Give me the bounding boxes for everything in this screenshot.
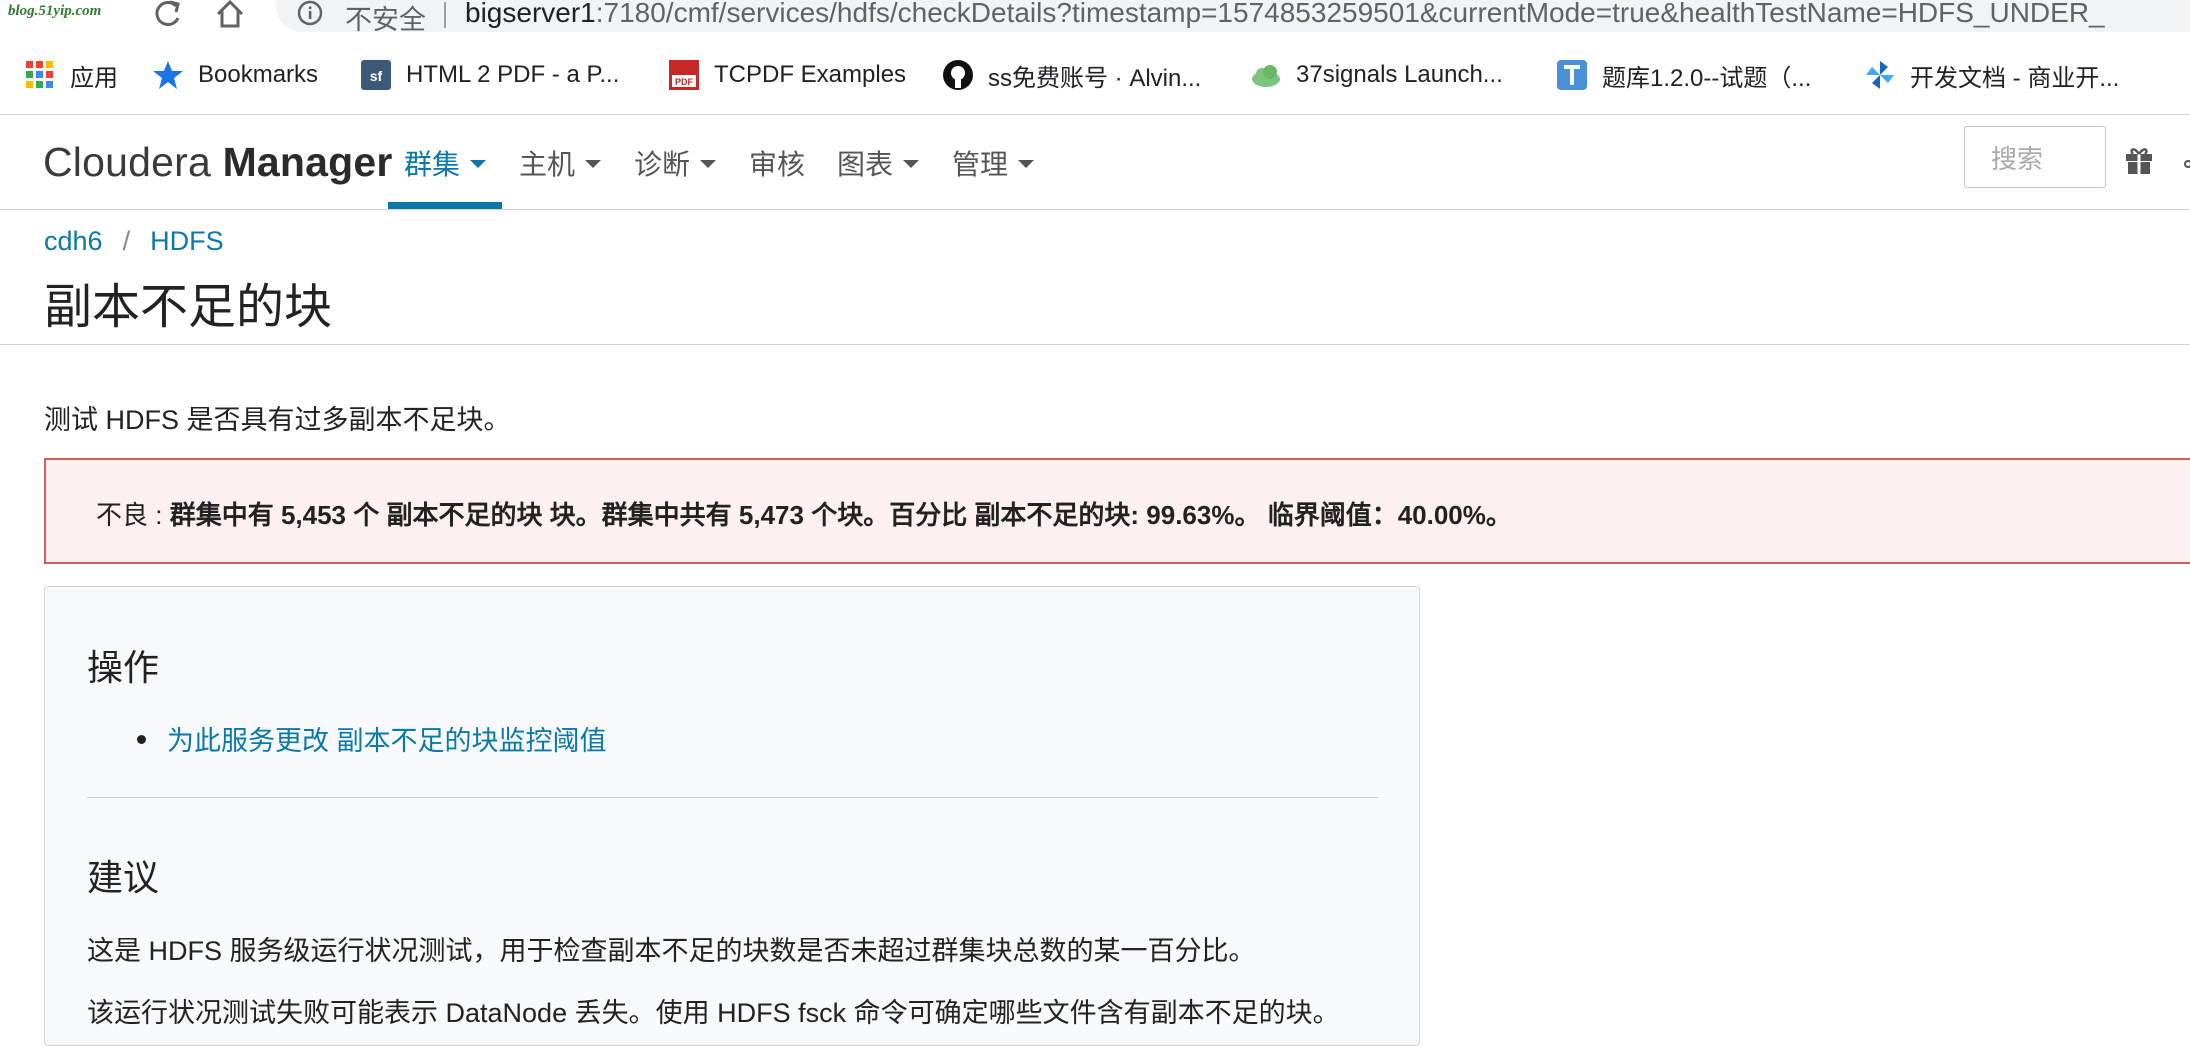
bookmark-label: 题库1.2.0--试题（...: [1602, 64, 1812, 92]
url-text[interactable]: bigserver1:7180/cmf/services/hdfs/checkD…: [465, 0, 2105, 29]
alert-text: 不良 : 群集中有 5,453 个 副本不足的块 块。群集中共有 5,473 个…: [96, 495, 1512, 532]
logo-light-text: Cloudera: [43, 139, 223, 185]
bookmark-label: 37signals Launch...: [1296, 61, 1503, 88]
url-host: bigserver1: [465, 0, 596, 28]
security-status[interactable]: 不安全: [345, 0, 426, 37]
bookmark-label: ss免费账号 · Alvin...: [988, 64, 1202, 92]
bookmarks-bar: 应用 Bookmarks sf HTML 2 PDF - a P... PDF …: [0, 36, 2190, 115]
nav-hosts[interactable]: 主机: [519, 143, 602, 183]
svg-text:PDF: PDF: [675, 77, 694, 87]
active-nav-indicator: [388, 202, 502, 209]
panel-divider: [87, 797, 1379, 798]
nav-label: 管理: [952, 149, 1009, 180]
pinwheel-icon: [1864, 59, 1896, 91]
tiku-icon: [1556, 59, 1588, 91]
nav-clusters[interactable]: 群集: [404, 143, 487, 183]
bookmark-ss[interactable]: ss免费账号 · Alvin...: [942, 56, 1201, 94]
bookmark-37signals[interactable]: 37signals Launch...: [1250, 56, 1503, 94]
sf-icon: sf: [360, 59, 392, 91]
bookmark-label: 开发文档 - 商业开...: [1910, 64, 2120, 92]
bookmark-devdocs[interactable]: 开发文档 - 商业开...: [1864, 56, 2119, 94]
apps-grid-icon: [24, 59, 56, 91]
health-test-description: 测试 HDFS 是否具有过多副本不足块。: [44, 405, 511, 435]
logo-strong-text: Manager: [222, 139, 393, 185]
change-threshold-link[interactable]: 为此服务更改 副本不足的块监控阈值: [167, 719, 607, 758]
search-input[interactable]: 搜索: [1964, 126, 2106, 188]
url-path: :7180/cmf/services/hdfs/checkDetails?tim…: [595, 0, 2105, 28]
chevron-down-icon: [585, 160, 602, 168]
gift-icon[interactable]: [2124, 145, 2154, 175]
cloud-icon: [1250, 59, 1282, 91]
breadcrumb-cluster-link[interactable]: cdh6: [44, 226, 103, 256]
advice-heading: 建议: [87, 857, 160, 898]
nav-label: 图表: [837, 149, 894, 180]
bookmark-tiku[interactable]: 题库1.2.0--试题（...: [1556, 56, 1811, 94]
chevron-down-icon: [470, 160, 487, 168]
details-panel: 操作 为此服务更改 副本不足的块监控阈值 建议 这是 HDFS 服务级运行状况测…: [44, 586, 1420, 1046]
bookmark-label: Bookmarks: [198, 61, 319, 88]
alert-separator: :: [155, 500, 163, 530]
advice-paragraph: 该运行状况测试失败可能表示 DataNode 丢失。使用 HDFS fsck 命…: [87, 998, 1340, 1028]
chevron-down-icon: [700, 160, 717, 168]
address-separator: [444, 2, 446, 28]
info-icon[interactable]: [297, 0, 323, 26]
alert-level: 不良: [96, 500, 149, 530]
chevron-down-icon: [1018, 160, 1035, 168]
svg-text:sf: sf: [370, 68, 383, 84]
title-divider: [0, 344, 2190, 345]
cloudera-manager-logo[interactable]: Cloudera Manager: [43, 139, 393, 186]
github-icon: [942, 59, 974, 91]
user-menu-icon[interactable]: [2182, 155, 2190, 168]
watermark: blog.51yip.com: [8, 3, 102, 19]
bookmark-label: TCPDF Examples: [714, 61, 907, 88]
pdf-icon: PDF: [668, 59, 700, 91]
nav-audits[interactable]: 审核: [749, 143, 805, 183]
bookmark-label: 应用: [70, 64, 118, 92]
breadcrumb: cdh6 / HDFS: [44, 226, 224, 257]
nav-label: 群集: [404, 149, 461, 180]
reload-icon[interactable]: [152, 0, 184, 30]
breadcrumb-separator: /: [122, 226, 131, 256]
nav-label: 审核: [749, 149, 806, 180]
breadcrumb-service-link[interactable]: HDFS: [150, 226, 224, 256]
bookmark-bookmarks[interactable]: Bookmarks: [152, 56, 318, 94]
nav-charts[interactable]: 图表: [837, 143, 920, 183]
browser-toolbar: blog.51yip.com 不安全 bigserver1:7180/cmf/s…: [0, 0, 2190, 37]
nav-label: 诊断: [634, 149, 691, 180]
page-title: 副本不足的块: [44, 281, 333, 334]
bookmark-html2pdf[interactable]: sf HTML 2 PDF - a P...: [360, 56, 619, 94]
advice-paragraph: 这是 HDFS 服务级运行状况测试，用于检查副本不足的块数是否未超过群集块总数的…: [87, 936, 1256, 966]
star-icon: [152, 59, 184, 91]
health-alert: 不良 : 群集中有 5,453 个 副本不足的块 块。群集中共有 5,473 个…: [44, 458, 2190, 564]
app-header: Cloudera Manager 群集 主机 诊断 审核 图表 管理 搜索: [0, 115, 2190, 210]
nav-administration[interactable]: 管理: [952, 143, 1035, 183]
nav-label: 主机: [519, 149, 576, 180]
home-icon[interactable]: [214, 0, 246, 30]
bookmark-tcpdf[interactable]: PDF TCPDF Examples: [668, 56, 906, 94]
bookmark-label: HTML 2 PDF - a P...: [406, 61, 620, 88]
bookmark-apps[interactable]: 应用: [24, 56, 118, 94]
chevron-down-icon: [903, 160, 920, 168]
alert-message: 群集中有 5,453 个 副本不足的块 块。群集中共有 5,473 个块。百分比…: [169, 500, 1512, 530]
nav-diagnostics[interactable]: 诊断: [634, 143, 717, 183]
list-bullet: [137, 735, 146, 744]
actions-heading: 操作: [87, 647, 160, 688]
